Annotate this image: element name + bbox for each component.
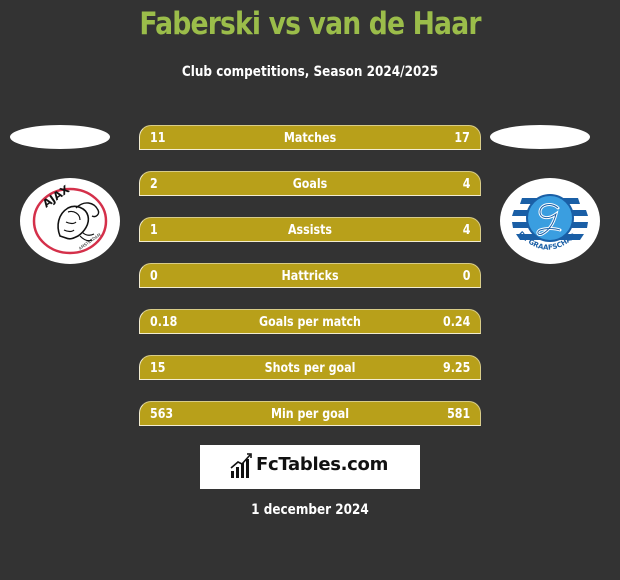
ajax-crest-text: AJAX (40, 183, 72, 211)
stat-row-assists: 1 Assists 4 (139, 217, 481, 242)
stat-label: Matches (283, 130, 337, 146)
right-value: 581 (446, 406, 470, 422)
fctables-brand-link[interactable]: FcTables.com (200, 445, 420, 489)
brand-name: FcTables.com (256, 454, 389, 475)
left-value: 0 (150, 268, 158, 284)
left-player-placeholder (10, 125, 110, 149)
left-value: 2 (150, 176, 158, 192)
right-value: 4 (462, 222, 470, 238)
stat-row-goals-per-match: 0.18 Goals per match 0.24 (139, 309, 481, 334)
right-value: 17 (454, 130, 470, 146)
page-title: Faberski vs van de Haar (139, 6, 481, 42)
de-graafschap-crest-graphic: DE GRAAFSCHAP (510, 185, 590, 257)
stat-label: Shots per goal (264, 360, 356, 376)
right-player-placeholder (490, 125, 590, 149)
left-value: 15 (150, 360, 166, 376)
right-value: 0.24 (442, 314, 470, 330)
right-value: 0 (462, 268, 470, 284)
stat-row-hattricks: 0 Hattricks 0 (139, 263, 481, 288)
bar-chart-trend-icon (230, 453, 252, 478)
ajax-crest-graphic: AJAX AMSTERDAM (32, 183, 108, 255)
stat-label: Hattricks (281, 268, 339, 284)
stat-label: Goals per match (259, 314, 361, 330)
stat-label: Assists (287, 222, 332, 238)
stat-row-shots-per-goal: 15 Shots per goal 9.25 (139, 355, 481, 380)
competition-subtitle: Club competitions, Season 2024/2025 (181, 64, 439, 80)
de-graafschap-crest-icon[interactable]: DE GRAAFSCHAP (500, 178, 600, 264)
stat-row-goals: 2 Goals 4 (139, 171, 481, 196)
stat-row-matches: 11 Matches 17 (139, 125, 481, 150)
left-value: 1 (150, 222, 158, 238)
stat-label: Goals (292, 176, 328, 192)
right-value: 4 (462, 176, 470, 192)
stat-row-min-per-goal: 563 Min per goal 581 (139, 401, 481, 426)
right-value: 9.25 (442, 360, 470, 376)
ajax-crest-icon[interactable]: AJAX AMSTERDAM (20, 178, 120, 264)
left-value: 11 (150, 130, 166, 146)
stat-label: Min per goal (270, 406, 350, 422)
report-date: 1 december 2024 (251, 502, 369, 518)
